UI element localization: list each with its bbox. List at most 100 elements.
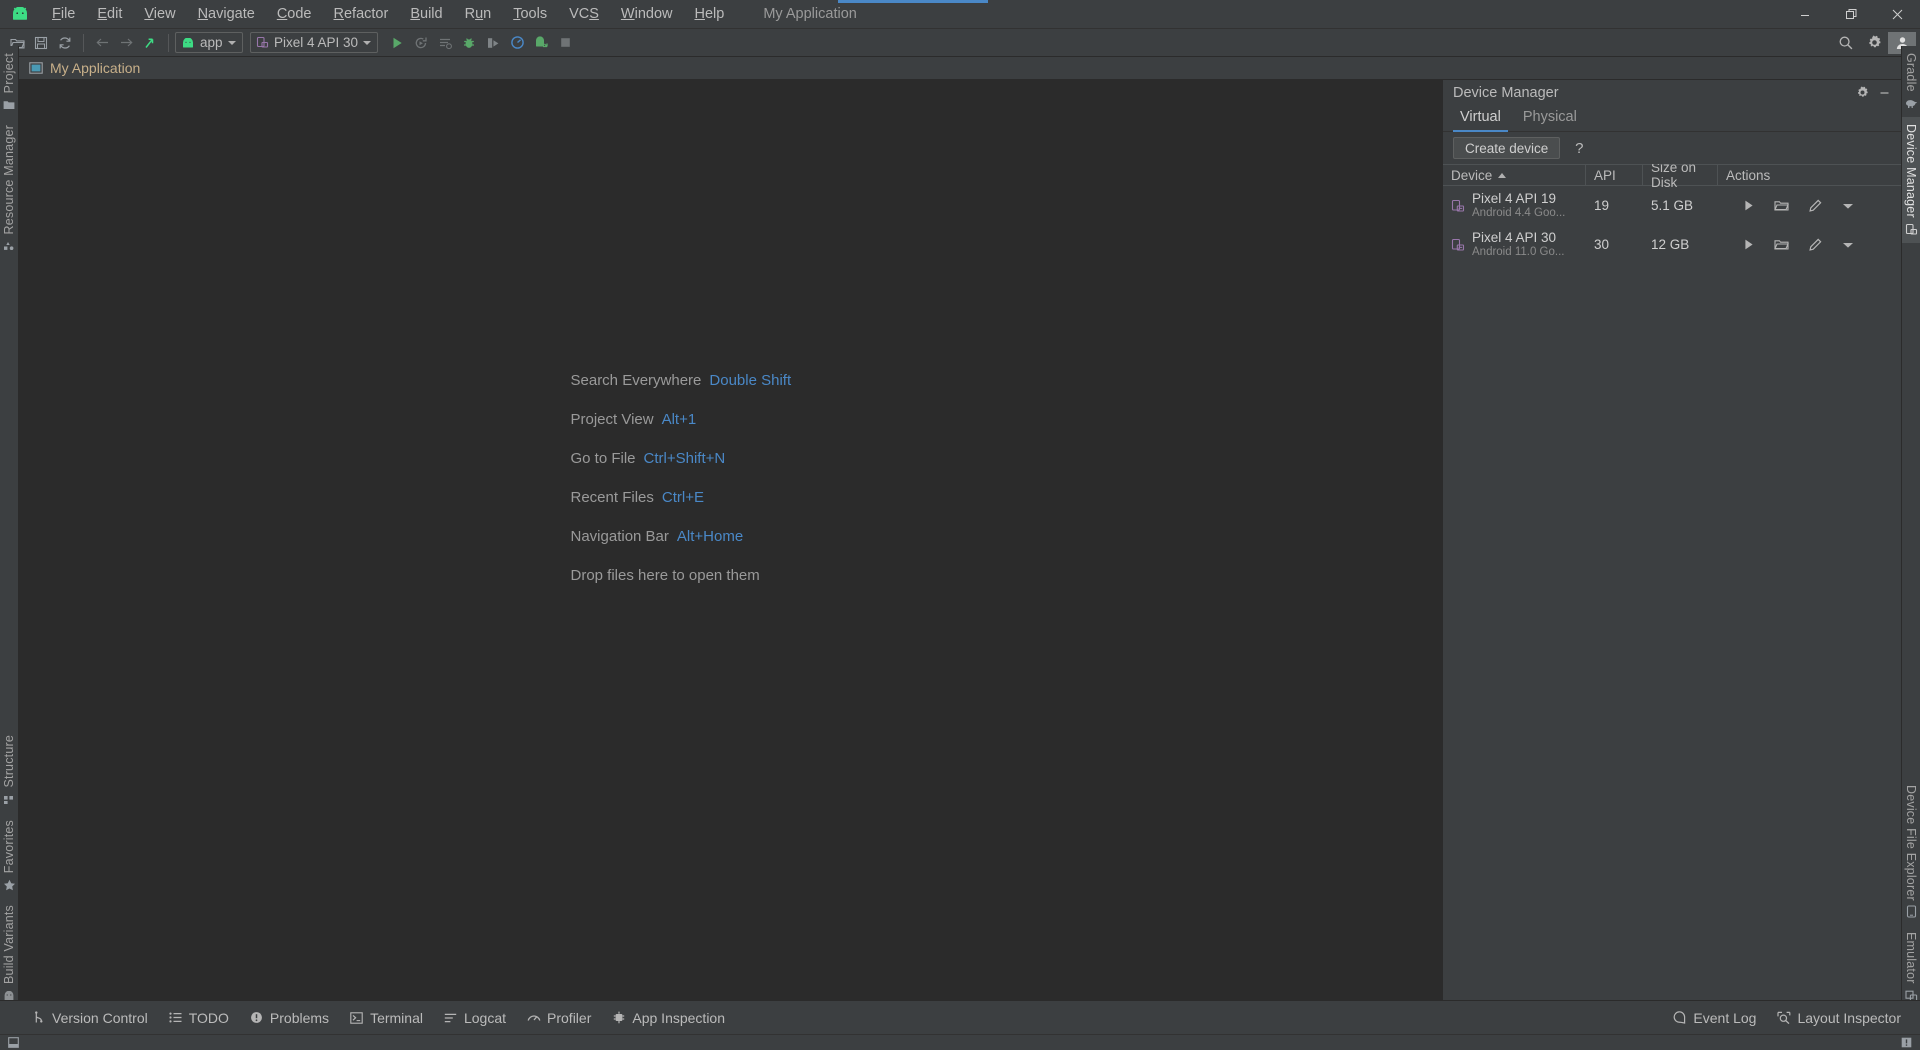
sync-project-icon[interactable] <box>53 32 77 54</box>
menu-dropdown-icon[interactable] <box>1831 230 1864 260</box>
stop-icon[interactable] <box>553 32 577 54</box>
edit-pencil-icon[interactable] <box>1798 191 1831 221</box>
sidebar-label-device-manager: Device Manager <box>1904 123 1918 218</box>
project-tab[interactable]: My Application <box>19 57 150 80</box>
menu-item-code[interactable]: Code <box>266 2 323 26</box>
status-item-layout-inspector[interactable]: Layout Inspector <box>1767 1007 1910 1029</box>
table-row[interactable]: Pixel 4 API 19 Android 4.4 Goo... 19 5.1… <box>1443 186 1901 225</box>
apply-code-changes-icon[interactable] <box>433 32 457 54</box>
edit-pencil-icon[interactable] <box>1798 230 1831 260</box>
device-manager-actions: Create device ? <box>1443 132 1901 164</box>
navigate-forward-icon[interactable] <box>114 32 138 54</box>
tab-virtual[interactable]: Virtual <box>1449 109 1512 132</box>
column-header-device[interactable]: Device <box>1443 164 1586 186</box>
menu-label-file-rest: ile <box>60 6 76 22</box>
status-item-problems[interactable]: Problems <box>240 1007 338 1029</box>
table-row[interactable]: Pixel 4 API 30 Android 11.0 Go... 30 12 … <box>1443 225 1901 264</box>
sidebar-item-device-manager[interactable]: Device Manager <box>1901 116 1920 243</box>
menu-item-navigate[interactable]: Navigate <box>187 2 266 26</box>
menu-item-tools[interactable]: Tools <box>502 2 558 26</box>
size-cell: 12 GB <box>1643 225 1718 264</box>
hint-project-view: Project View Alt+1 <box>571 400 891 439</box>
create-device-button[interactable]: Create device <box>1453 137 1561 159</box>
menu-item-file[interactable]: File <box>41 2 86 26</box>
status-label-event-log: Event Log <box>1693 1009 1757 1026</box>
sidebar-item-gradle[interactable]: Gradle <box>1902 46 1920 117</box>
menu-item-edit[interactable]: Edit <box>86 2 133 26</box>
profiler-icon[interactable] <box>505 32 529 54</box>
menu-item-view[interactable]: View <box>133 2 186 26</box>
status-label-app-inspection: App Inspection <box>632 1009 725 1026</box>
status-item-version-control[interactable]: Version Control <box>22 1007 157 1029</box>
open-folder-icon[interactable] <box>1765 230 1798 260</box>
run-icon[interactable] <box>385 32 409 54</box>
sidebar-item-project[interactable]: Project <box>0 46 19 118</box>
notification-icon[interactable] <box>1901 1037 1912 1048</box>
maximize-button[interactable] <box>1828 0 1874 29</box>
sidebar-item-resource-manager[interactable]: Resource Manager <box>0 118 19 260</box>
jump-to-source-icon[interactable] <box>138 32 162 54</box>
status-item-event-log[interactable]: Event Log <box>1663 1007 1765 1029</box>
sidebar-item-emulator[interactable]: Emulator <box>1902 925 1920 1009</box>
column-header-actions[interactable]: Actions <box>1718 164 1901 186</box>
toggle-toolwindows-icon[interactable] <box>8 1037 19 1048</box>
save-all-icon[interactable] <box>29 32 53 54</box>
menu-item-run[interactable]: Run <box>454 2 503 26</box>
hide-panel-icon[interactable] <box>1873 82 1895 104</box>
column-header-size-on-disk[interactable]: Size on Disk <box>1643 164 1718 190</box>
menu-item-build[interactable]: Build <box>399 2 453 26</box>
menu-item-help[interactable]: Help <box>683 2 735 26</box>
device-cell: Pixel 4 API 30 Android 11.0 Go... <box>1443 225 1586 264</box>
open-folder-icon[interactable] <box>1765 191 1798 221</box>
status-item-terminal[interactable]: Terminal <box>340 1007 432 1029</box>
menu-item-refactor[interactable]: Refactor <box>323 2 400 26</box>
sidebar-item-device-file-explorer[interactable]: Device File Explorer <box>1902 778 1920 926</box>
profile-app-icon[interactable] <box>529 32 553 54</box>
close-button[interactable] <box>1874 0 1920 29</box>
navigate-back-icon[interactable] <box>90 32 114 54</box>
chevron-down-icon <box>228 40 236 45</box>
create-device-label: Create device <box>1465 140 1549 156</box>
device-selector[interactable]: Pixel 4 API 30 <box>250 32 379 53</box>
sidebar-label-gradle: Gradle <box>1904 53 1918 92</box>
apply-changes-icon[interactable] <box>409 32 433 54</box>
module-selector[interactable]: app <box>175 32 243 53</box>
sidebar-item-build-variants[interactable]: Build Variants <box>0 898 19 1009</box>
minimize-button[interactable] <box>1782 0 1828 29</box>
column-header-device-label: Device <box>1451 167 1493 183</box>
status-bar: Version Control TODO Problems Terminal L… <box>0 1000 1920 1034</box>
run-device-icon[interactable] <box>1732 230 1765 260</box>
status-item-todo[interactable]: TODO <box>159 1007 238 1029</box>
size-on-disk: 12 GB <box>1651 237 1690 252</box>
status-item-app-inspection[interactable]: App Inspection <box>602 1007 734 1029</box>
actions-cell <box>1718 186 1901 225</box>
run-device-icon[interactable] <box>1732 191 1765 221</box>
module-selector-label: app <box>200 35 223 50</box>
android-module-icon <box>181 37 195 48</box>
sidebar-item-favorites[interactable]: Favorites <box>0 813 19 898</box>
status-item-profiler[interactable]: Profiler <box>517 1007 600 1029</box>
status-label-logcat: Logcat <box>463 1009 507 1026</box>
menu-item-window[interactable]: Window <box>610 2 684 26</box>
virtual-device-icon <box>1451 199 1465 213</box>
help-button[interactable]: ? <box>1570 137 1588 159</box>
search-icon[interactable] <box>1832 32 1860 54</box>
settings-gear-icon[interactable] <box>1860 32 1888 54</box>
hint-shortcut: Alt+1 <box>661 411 697 428</box>
tab-physical[interactable]: Physical <box>1512 109 1588 131</box>
sidebar-label-resource-manager: Resource Manager <box>2 125 16 235</box>
debug-icon[interactable] <box>457 32 481 54</box>
attach-debugger-icon[interactable] <box>481 32 505 54</box>
panel-settings-gear-icon[interactable] <box>1851 82 1873 104</box>
device-manager-header: Device Manager <box>1443 80 1901 105</box>
status-item-logcat[interactable]: Logcat <box>434 1007 515 1029</box>
hint-label: Search Everywhere <box>570 372 702 389</box>
tab-virtual-label: Virtual <box>1460 109 1501 125</box>
menu-item-vcs[interactable]: VCS <box>558 2 610 26</box>
column-header-api[interactable]: API <box>1586 164 1643 186</box>
device-name: Pixel 4 API 19 <box>1472 190 1557 206</box>
menu-dropdown-icon[interactable] <box>1831 191 1864 221</box>
sidebar-item-structure[interactable]: Structure <box>0 728 19 813</box>
editor-empty-area[interactable]: Search Everywhere Double Shift Project V… <box>19 80 1442 1000</box>
hint-label: Navigation Bar <box>570 528 669 545</box>
